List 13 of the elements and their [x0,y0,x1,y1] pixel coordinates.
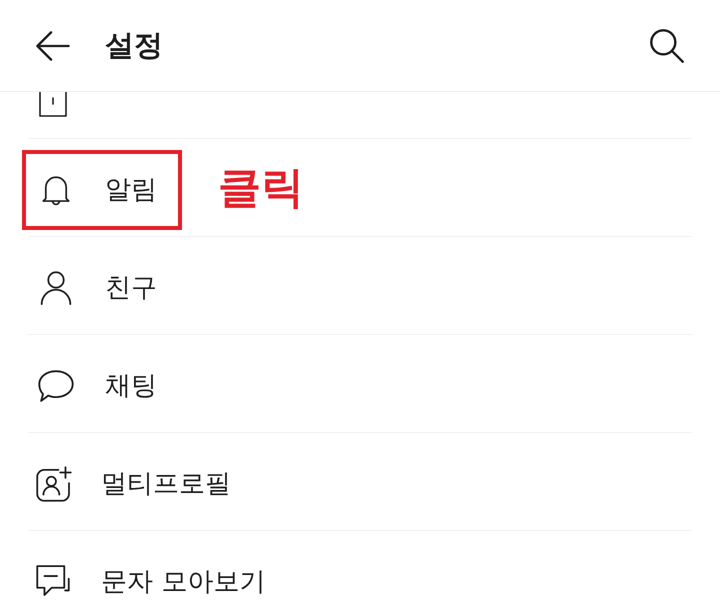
menu-label[interactable]: 알림 [105,177,157,203]
search-icon[interactable] [650,28,684,62]
speech-bubble-icon [38,369,74,403]
page-title: 설정 [105,31,163,60]
clipped-icon [38,92,68,118]
annotation-text: 클릭 [218,166,304,210]
person-icon [39,271,73,305]
menu-label[interactable]: 친구 [105,275,157,301]
back-arrow-icon[interactable] [36,30,70,60]
menu-label[interactable]: 멀티프로필 [101,471,231,497]
menu-label[interactable]: 문자 모아보기 [101,569,266,595]
menu-label[interactable]: 채팅 [105,373,157,399]
profile-add-icon [36,466,72,502]
